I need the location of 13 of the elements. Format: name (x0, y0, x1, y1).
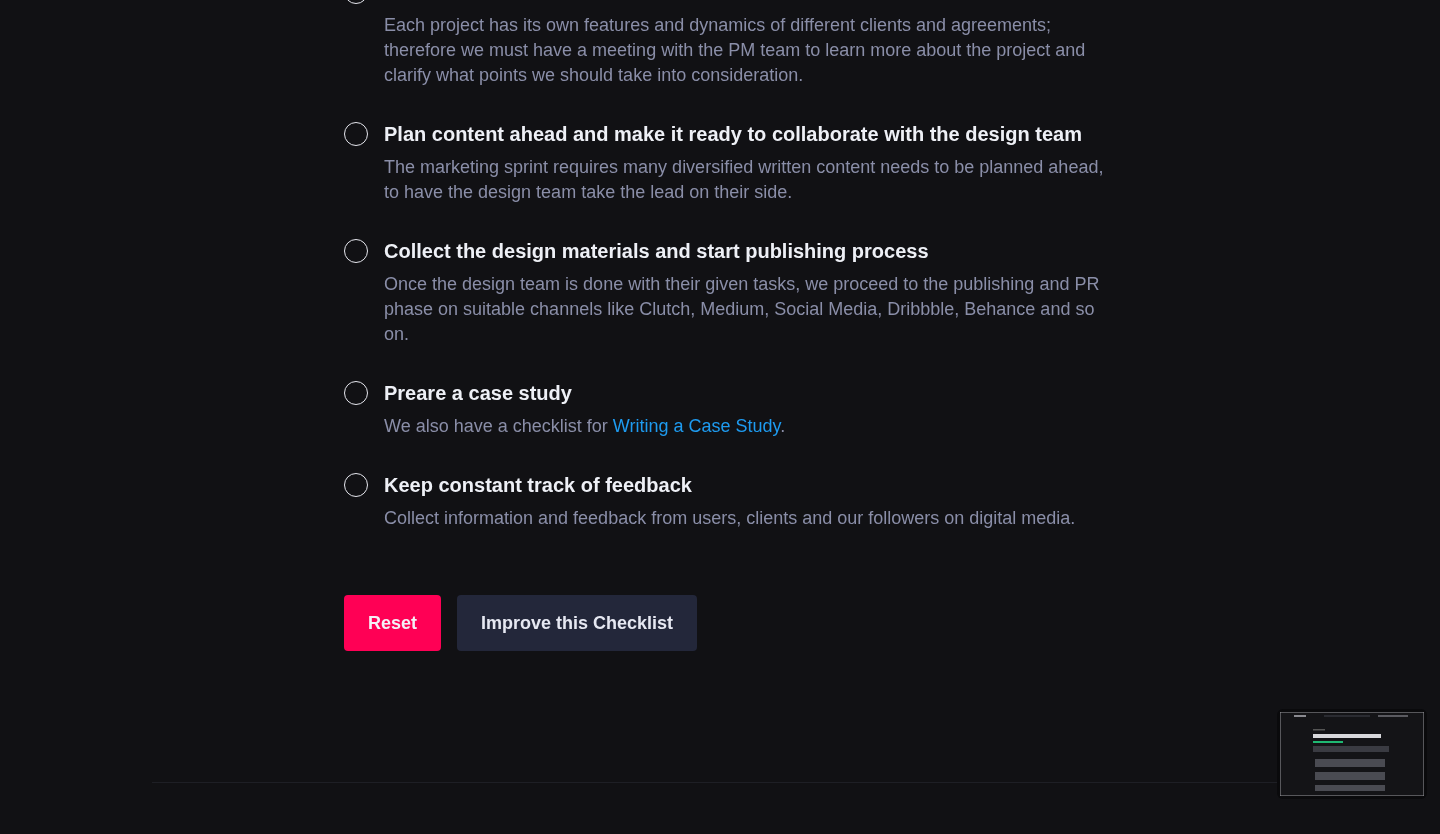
minimap-drawing[interactable] (1277, 709, 1427, 799)
item-description: Collect information and feedback from users, clients and our followers on digital media. (384, 507, 1076, 530)
item-title: Preare a case study (384, 381, 573, 406)
link[interactable]: Writing a Case Study (612, 416, 781, 436)
item-title: Keep constant track of feedback (384, 473, 693, 498)
item-description: We also have a checklist for Writing a Case Study. (384, 415, 786, 438)
reset-button[interactable]: Reset (344, 595, 442, 651)
item-description: The marketing sprint requires many diversified written content needs to be planned ahead, to have the design team take the lead on their side. (384, 156, 1105, 204)
improve-button[interactable]: Improve this Checklist (457, 595, 698, 651)
item-description: Each project has its own features and dynamics of different clients and agreements; therefore we must have a meeting with the PM team to learn more about the project and clarify what points we should take into consideration. (384, 14, 1087, 87)
item-title: Collect the design materials and start publishing process (384, 239, 930, 264)
item-description: Once the design team is done with their given tasks, we proceed to the publishing and PR phase on suitable channels like Clutch, Medium, Social Media, Dribbble, Behance and so on. (384, 273, 1101, 346)
item-title: Plan content ahead and make it ready to collaborate with the design team (384, 122, 1083, 147)
